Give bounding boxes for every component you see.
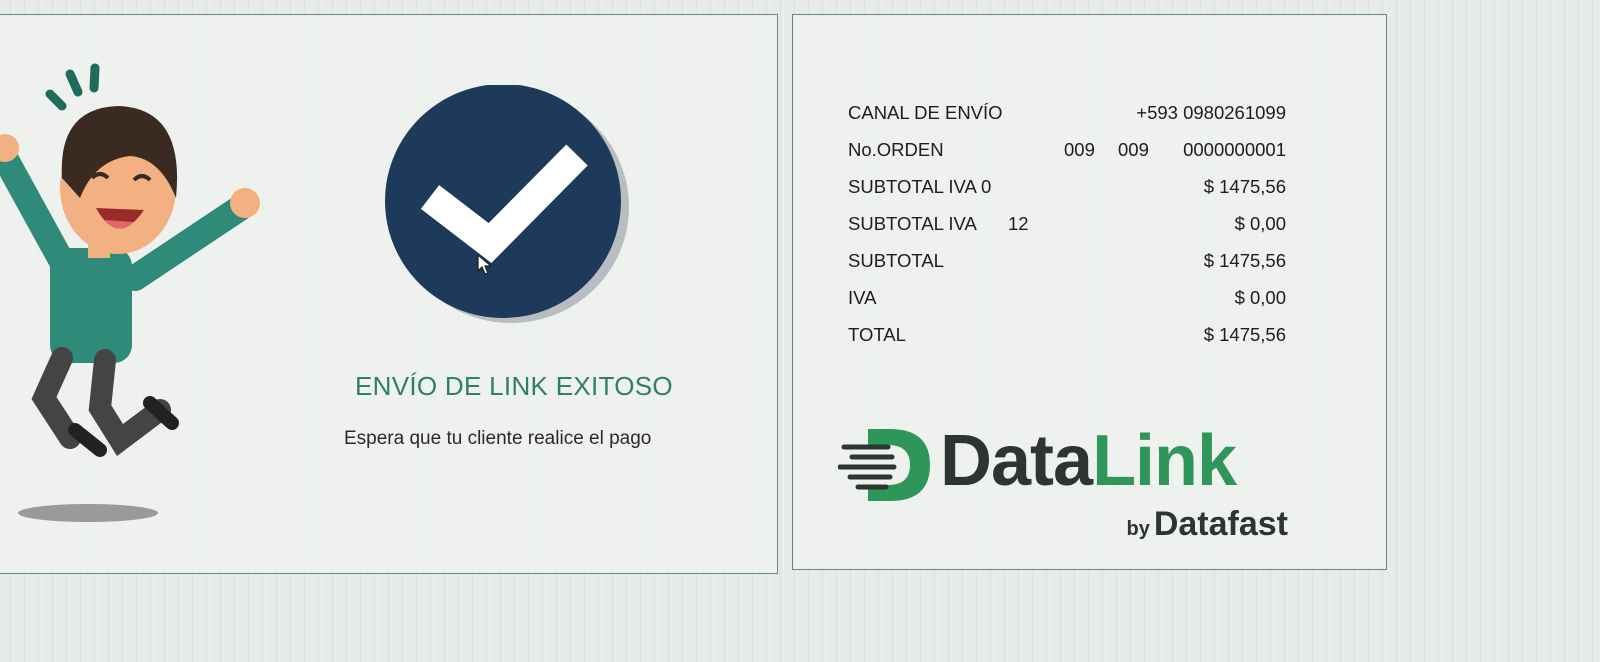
subtotal-iva0-label: SUBTOTAL IVA 0 [848, 176, 992, 197]
order-label: No.ORDEN [848, 139, 944, 160]
mouse-pointer-icon [477, 254, 493, 275]
logo-brand: Datafast [1153, 505, 1288, 543]
subtotal-label: SUBTOTAL [848, 250, 944, 271]
summary-row-iva: IVA $ 0,00 [848, 281, 1286, 318]
summary-row-subtotal-iva12: SUBTOTAL IVA 12 $ 0,00 [848, 207, 1286, 244]
iva-label: IVA [848, 287, 877, 308]
subtotal-iva12-rate: 12 [1008, 213, 1029, 234]
subtotal-iva0-value: $ 1475,56 [1203, 176, 1286, 197]
datalink-wordmark: DataLink [940, 425, 1237, 497]
order-point: 009 [1118, 139, 1149, 160]
check-circle-icon [385, 85, 629, 323]
summary-row-subtotal-iva0: SUBTOTAL IVA 0 $ 1475,56 [848, 170, 1286, 207]
celebrating-person-illustration [0, 63, 260, 522]
order-establishment: 009 [1064, 139, 1095, 160]
channel-label: CANAL DE ENVÍO [848, 102, 1003, 123]
logo-word-link: Link [1092, 421, 1237, 501]
iva-value: $ 0,00 [1234, 287, 1286, 308]
logo-by: by [1126, 518, 1150, 540]
datalink-d-logo-icon [838, 429, 930, 501]
logo-word-data: Data [940, 421, 1093, 501]
summary-row-order: No.ORDEN 009 009 0000000001 [848, 133, 1286, 170]
subtotal-value: $ 1475,56 [1203, 250, 1286, 271]
success-subtitle: Espera que tu cliente realice el pago [344, 428, 652, 449]
order-number: 0000000001 [1183, 139, 1286, 160]
channel-value: +593 0980261099 [1136, 102, 1286, 123]
datalink-logo: DataLink by Datafast [838, 425, 1308, 545]
summary-row-subtotal: SUBTOTAL $ 1475,56 [848, 244, 1286, 281]
total-value: $ 1475,56 [1203, 324, 1286, 345]
total-label: TOTAL [848, 324, 906, 345]
summary-row-total: TOTAL $ 1475,56 [848, 318, 1286, 355]
subtotal-iva12-label: SUBTOTAL IVA [848, 213, 977, 234]
order-summary: CANAL DE ENVÍO +593 0980261099 No.ORDEN … [848, 96, 1286, 355]
datafast-byline: by Datafast [1126, 507, 1288, 541]
success-title: ENVÍO DE LINK EXITOSO [355, 371, 673, 401]
subtotal-iva12-value: $ 0,00 [1234, 213, 1286, 234]
summary-row-channel: CANAL DE ENVÍO +593 0980261099 [848, 96, 1286, 133]
